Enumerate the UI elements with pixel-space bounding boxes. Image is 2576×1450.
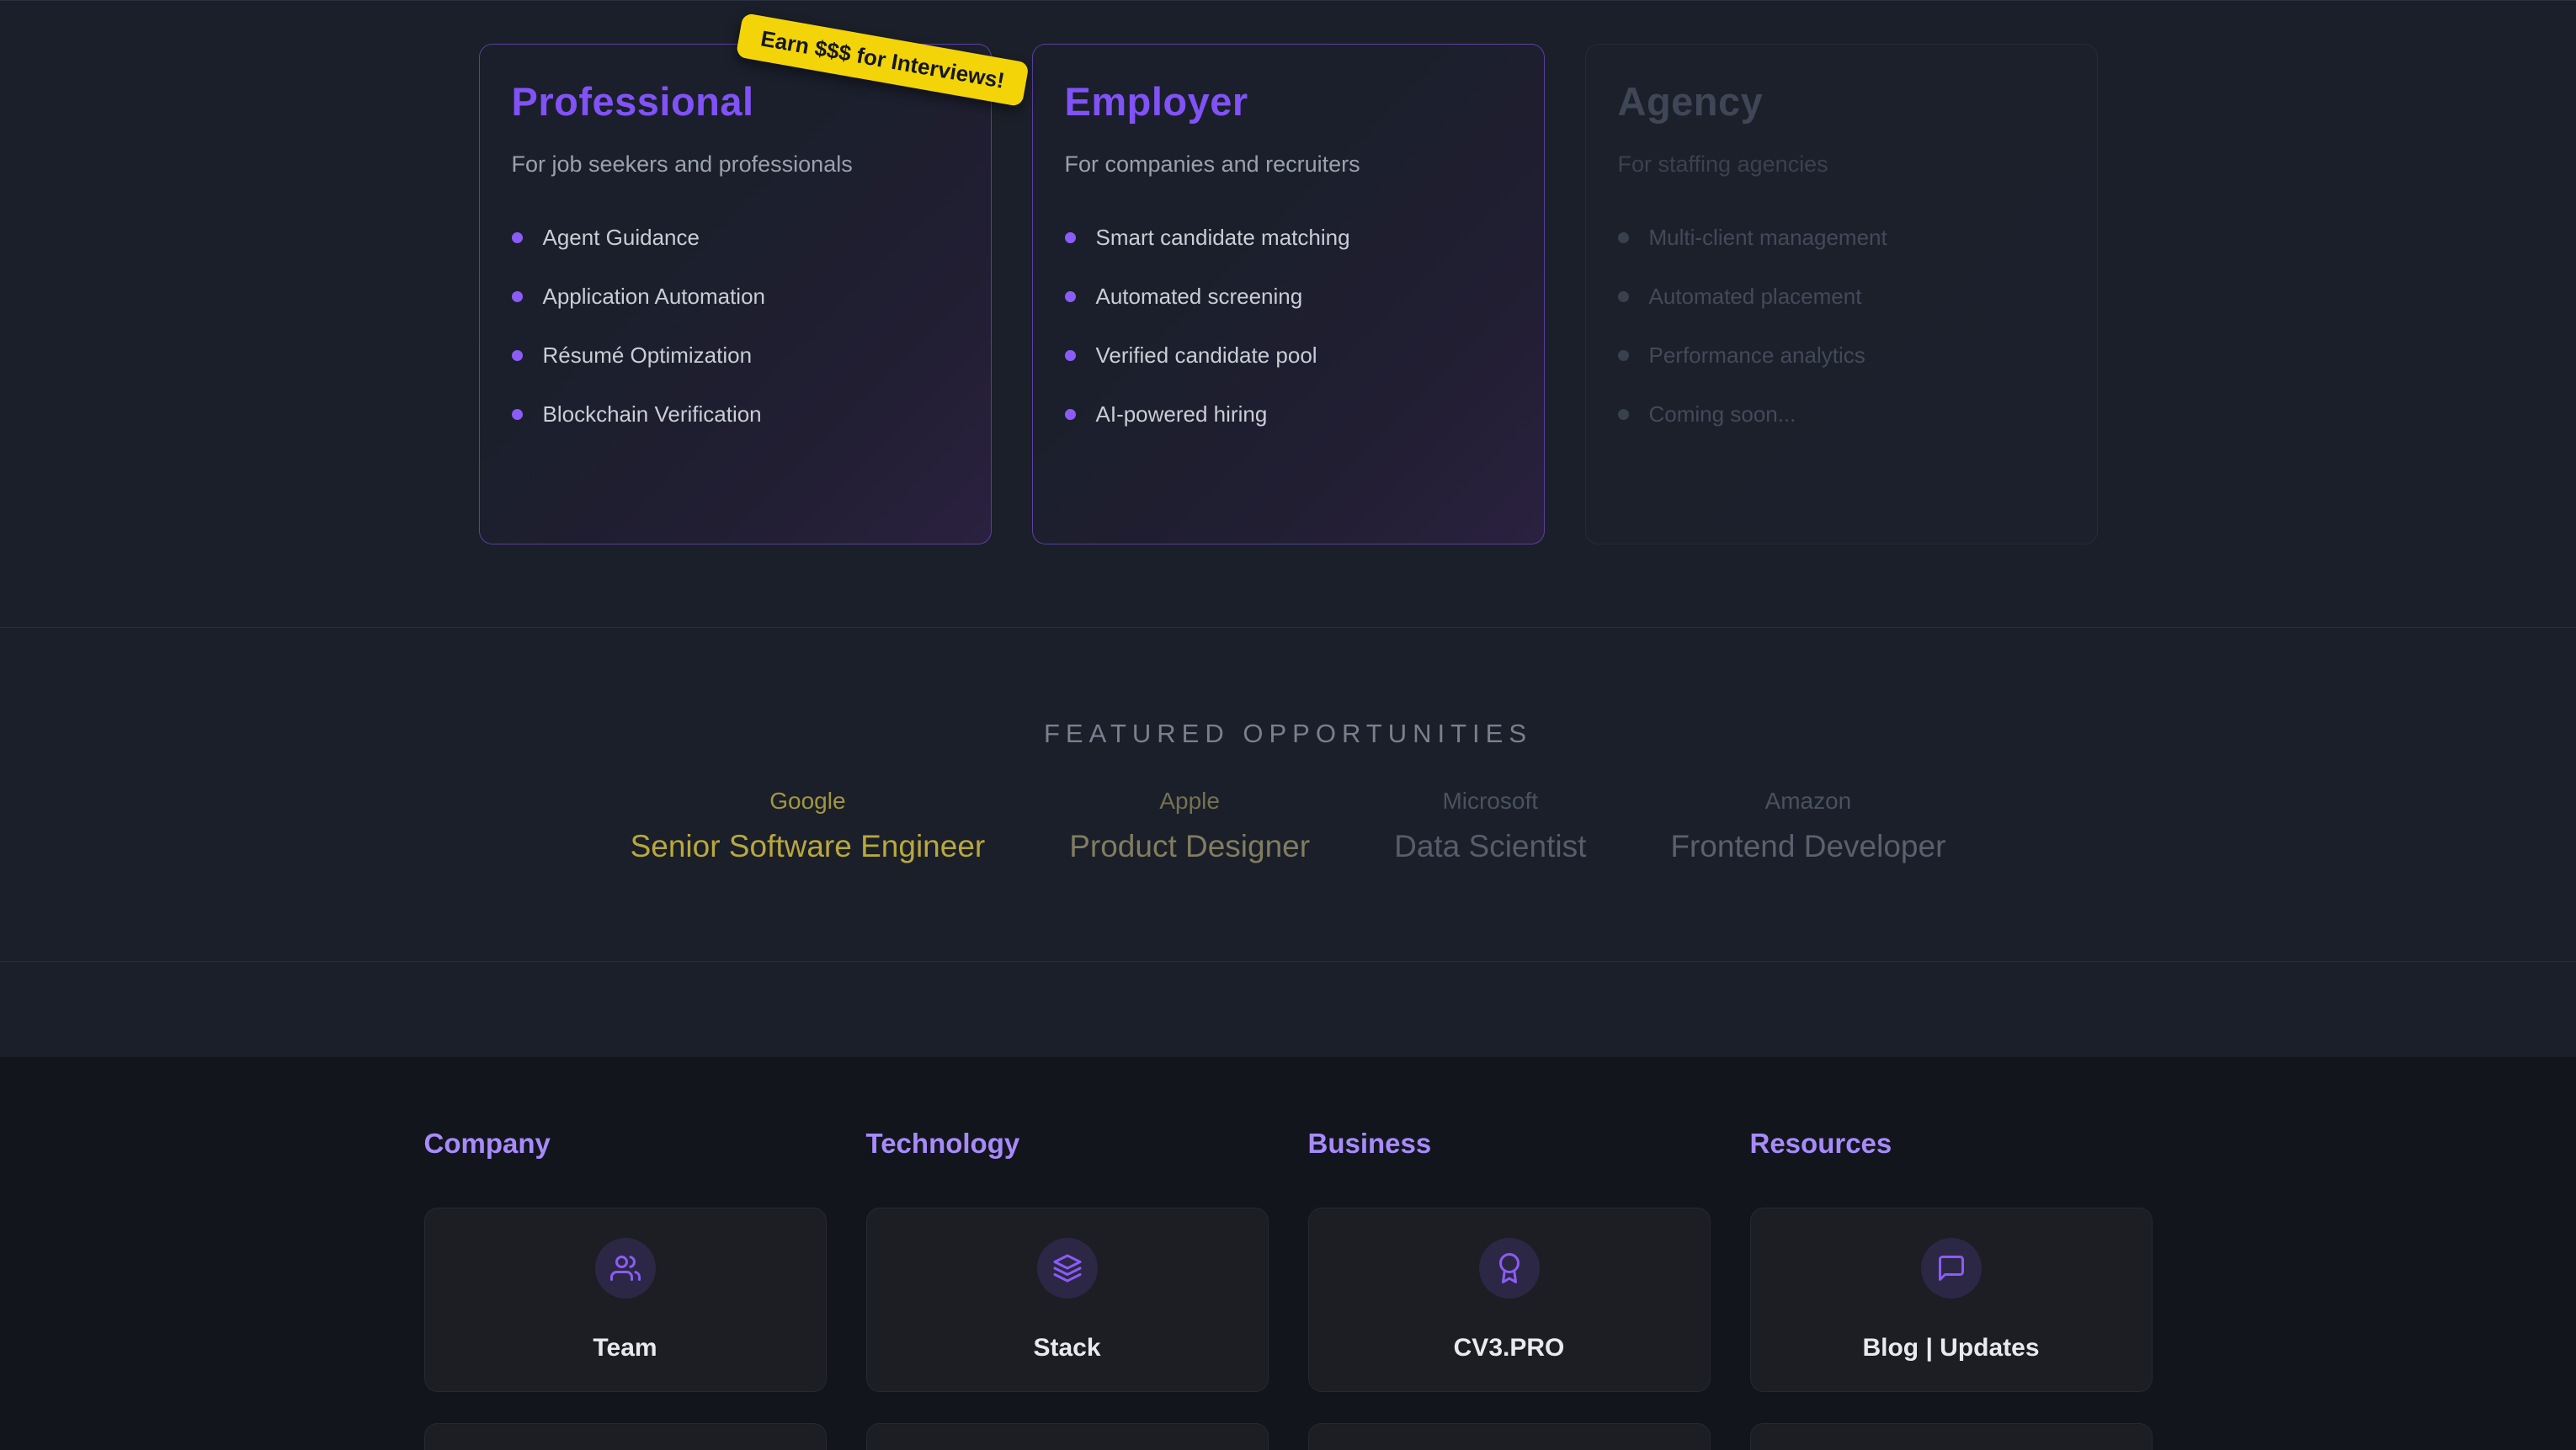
footer-card-team[interactable]: Team (424, 1208, 827, 1392)
message-icon (1921, 1238, 1982, 1299)
plan-feature-label: Blockchain Verification (543, 401, 762, 428)
bullet-icon (1618, 291, 1629, 302)
bullet-icon (512, 350, 523, 361)
plan-feature: Automated screening (1065, 284, 1512, 310)
footer-column-company: Company Team (424, 1128, 827, 1450)
plan-subtitle: For staffing agencies (1618, 151, 2065, 178)
plan-feature-label: Résumé Optimization (543, 343, 753, 369)
plan-feature: Performance analytics (1618, 343, 2065, 369)
footer-card-label: CV3.PRO (1454, 1334, 1565, 1362)
footer-card-partial[interactable] (1308, 1423, 1711, 1450)
footer-column-resources: Resources Blog | Updates (1750, 1128, 2153, 1450)
award-icon (1479, 1238, 1540, 1299)
plan-card-employer[interactable]: Employer For companies and recruiters Sm… (1032, 44, 1545, 544)
bullet-icon (1618, 232, 1629, 243)
plan-feature: Application Automation (512, 284, 959, 310)
job-item-google[interactable]: Google Senior Software Engineer (631, 788, 986, 864)
footer-grid: Company Team Technology Stack (424, 1128, 2153, 1450)
job-title: Data Scientist (1394, 829, 1586, 864)
plan-title: Agency (1618, 78, 2065, 125)
footer-heading: Company (424, 1128, 827, 1160)
plan-feature: Verified candidate pool (1065, 343, 1512, 369)
job-item-microsoft[interactable]: Microsoft Data Scientist (1394, 788, 1586, 864)
job-title: Frontend Developer (1670, 829, 1945, 864)
plan-feature-label: Automated placement (1649, 284, 1862, 310)
job-company: Microsoft (1394, 788, 1586, 815)
job-company: Apple (1069, 788, 1310, 815)
bullet-icon (512, 232, 523, 243)
bullet-icon (1065, 291, 1076, 302)
plan-feature: Coming soon... (1618, 401, 2065, 428)
plan-feature-label: Automated screening (1096, 284, 1303, 310)
footer-heading: Resources (1750, 1128, 2153, 1160)
footer-card-partial[interactable] (424, 1423, 827, 1450)
plans-section: Earn $$$ for Interviews! Professional Fo… (0, 0, 2576, 628)
job-title: Product Designer (1069, 829, 1310, 864)
plan-feature-label: Smart candidate matching (1096, 225, 1350, 251)
plan-feature: Automated placement (1618, 284, 2065, 310)
plan-feature-label: AI-powered hiring (1096, 401, 1268, 428)
plan-feature-list: Smart candidate matching Automated scree… (1065, 225, 1512, 428)
footer-card-partial[interactable] (1750, 1423, 2153, 1450)
bullet-icon (1065, 350, 1076, 361)
plan-feature: Multi-client management (1618, 225, 2065, 251)
featured-heading: FEATURED OPPORTUNITIES (0, 719, 2576, 749)
footer-card-label: Team (593, 1334, 657, 1362)
bullet-icon (1618, 409, 1629, 420)
plan-feature: Résumé Optimization (512, 343, 959, 369)
footer-column-technology: Technology Stack (866, 1128, 1269, 1450)
plan-feature: AI-powered hiring (1065, 401, 1512, 428)
footer-card-label: Stack (1033, 1334, 1100, 1362)
job-item-apple[interactable]: Apple Product Designer (1069, 788, 1310, 864)
bullet-icon (512, 291, 523, 302)
plan-card-agency: Agency For staffing agencies Multi-clien… (1585, 44, 2098, 544)
bullet-icon (1618, 350, 1629, 361)
bullet-icon (1065, 409, 1076, 420)
plans-row: Professional For job seekers and profess… (0, 1, 2576, 544)
layers-icon (1037, 1238, 1098, 1299)
plan-feature-label: Agent Guidance (543, 225, 700, 251)
plan-feature-label: Verified candidate pool (1096, 343, 1317, 369)
plan-feature: Blockchain Verification (512, 401, 959, 428)
plan-feature-label: Multi-client management (1649, 225, 1887, 251)
footer-card-stack[interactable]: Stack (866, 1208, 1269, 1392)
job-company: Amazon (1670, 788, 1945, 815)
featured-opportunities-section: FEATURED OPPORTUNITIES Google Senior Sof… (0, 628, 2576, 962)
plan-subtitle: For job seekers and professionals (512, 151, 959, 178)
plan-feature: Smart candidate matching (1065, 225, 1512, 251)
footer-card-cv3pro[interactable]: CV3.PRO (1308, 1208, 1711, 1392)
plan-title: Employer (1065, 78, 1512, 125)
footer: Company Team Technology Stack (0, 1057, 2576, 1450)
bullet-icon (1065, 232, 1076, 243)
plan-title: Professional (512, 78, 959, 125)
footer-card-label: Blog | Updates (1862, 1334, 2039, 1362)
footer-card-partial[interactable] (866, 1423, 1269, 1450)
spacer-strip (0, 962, 2576, 1057)
footer-heading: Technology (866, 1128, 1269, 1160)
plan-feature: Agent Guidance (512, 225, 959, 251)
footer-card-blog[interactable]: Blog | Updates (1750, 1208, 2153, 1392)
plan-feature-list: Agent Guidance Application Automation Ré… (512, 225, 959, 428)
job-company: Google (631, 788, 986, 815)
plan-feature-label: Application Automation (543, 284, 766, 310)
footer-column-business: Business CV3.PRO (1308, 1128, 1711, 1450)
job-item-amazon[interactable]: Amazon Frontend Developer (1670, 788, 1945, 864)
plan-feature-list: Multi-client management Automated placem… (1618, 225, 2065, 428)
jobs-row: Google Senior Software Engineer Apple Pr… (0, 788, 2576, 864)
plan-feature-label: Coming soon... (1649, 401, 1796, 428)
job-title: Senior Software Engineer (631, 829, 986, 864)
bullet-icon (512, 409, 523, 420)
plan-card-professional[interactable]: Professional For job seekers and profess… (479, 44, 992, 544)
footer-heading: Business (1308, 1128, 1711, 1160)
plan-feature-label: Performance analytics (1649, 343, 1865, 369)
users-icon (595, 1238, 656, 1299)
plan-subtitle: For companies and recruiters (1065, 151, 1512, 178)
